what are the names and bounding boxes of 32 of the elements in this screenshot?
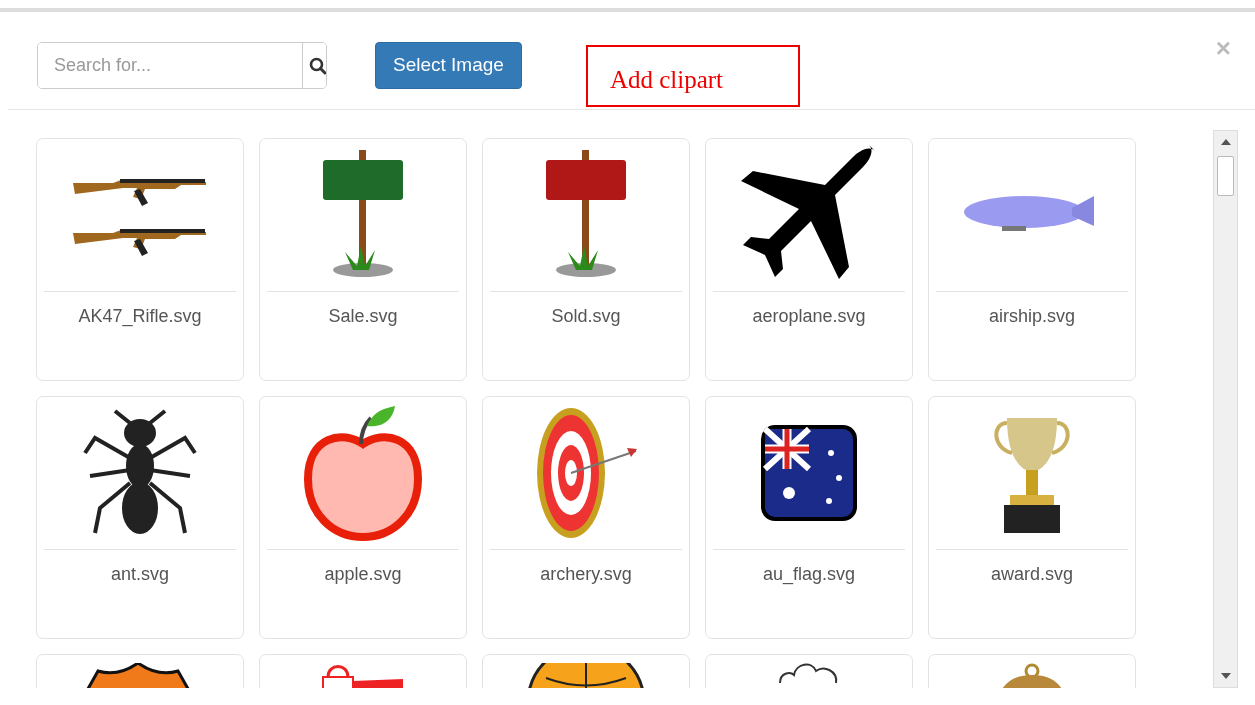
scrollbar[interactable] xyxy=(1213,130,1238,688)
scroll-down-icon[interactable] xyxy=(1221,673,1231,679)
scroll-thumb[interactable] xyxy=(1217,156,1234,196)
clipart-card[interactable]: ant.svg xyxy=(36,396,244,639)
annotation-label: Add clipart xyxy=(585,45,800,107)
select-image-button[interactable]: Select Image xyxy=(375,42,522,89)
clipart-filename: award.svg xyxy=(990,563,1073,586)
clipart-card[interactable]: aeroplane.svg xyxy=(705,138,913,381)
apple-icon xyxy=(303,405,423,541)
search-icon xyxy=(309,56,326,75)
clipart-filename: au_flag.svg xyxy=(762,563,856,587)
clipart-card[interactable]: apple.svg xyxy=(259,396,467,639)
clipart-card[interactable]: Sold.svg xyxy=(482,138,690,381)
clipart-filename: Sold.svg xyxy=(551,305,621,328)
clipart-card[interactable]: AK47_Rifle.svg xyxy=(36,138,244,381)
clipart-filename: airship.svg xyxy=(988,305,1075,328)
clipart-filename: apple.svg xyxy=(324,563,402,586)
clipart-filename: archery.svg xyxy=(540,563,632,586)
clipart-filename: Sale.svg xyxy=(328,305,398,328)
cloud-icon xyxy=(779,663,839,685)
clipart-filename: aeroplane.svg xyxy=(752,305,866,328)
clipart-card[interactable]: archery.svg xyxy=(482,396,690,639)
clipart-card[interactable]: airship.svg xyxy=(928,138,1136,381)
clipart-card[interactable]: au_flag.svg xyxy=(705,396,913,639)
clipart-filename: AK47_Rifle.svg xyxy=(78,305,202,329)
search-field[interactable]: Search for... xyxy=(37,42,327,89)
clipart-filename: ant.svg xyxy=(110,563,169,586)
clipart-card[interactable]: award.svg xyxy=(928,396,1136,639)
clipart-card[interactable]: Sale.svg xyxy=(259,138,467,381)
search-button[interactable] xyxy=(302,43,326,88)
scroll-up-icon[interactable] xyxy=(1221,139,1231,145)
flag-icon xyxy=(759,423,859,523)
